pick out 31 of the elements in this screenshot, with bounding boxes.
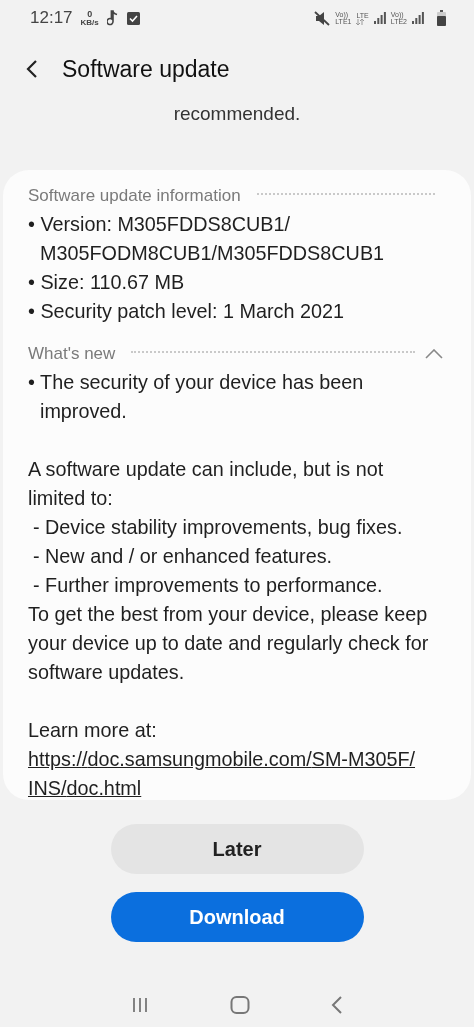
later-button[interactable]: Later <box>110 824 364 874</box>
clock-time: 12:17 <box>30 8 73 28</box>
bullet-text: • Security patch level: 1 March 2021 <box>28 299 345 324</box>
mute-icon <box>314 10 331 26</box>
signal-icon <box>412 12 424 24</box>
recent-apps-button[interactable] <box>130 997 149 1013</box>
bullet-text: • Version: M305FDDS8CUB1/M305FODM8CUB1/M305FDDS8CUB1 <box>28 212 386 266</box>
list-text: - Device stability improvements, bug fixes. <box>32 515 404 540</box>
description-text: recommended. <box>173 103 301 124</box>
data-arrows-icon <box>356 18 365 25</box>
link[interactable]: https://doc.samsungmobile.com/SM-M305F/INS/doc.html <box>28 745 445 800</box>
list-text: - Further improvements to performance. <box>32 573 384 598</box>
list-text: - New and / or enhanced features. <box>32 544 334 569</box>
signal-icon <box>373 12 386 24</box>
body-text: A software update can include, but is not limited to: <box>28 457 385 511</box>
music-note-icon <box>106 10 119 26</box>
speed-unit: KB/s <box>80 18 99 27</box>
speed-value: 0 <box>87 9 93 19</box>
bullet-text: • Size: 110.67 MB <box>28 270 186 295</box>
chevron-up-icon[interactable] <box>425 349 443 359</box>
home-button[interactable] <box>230 996 250 1014</box>
page-title: Software update <box>62 55 230 83</box>
battery-icon <box>437 10 446 26</box>
section-header: What's new <box>28 344 116 364</box>
body-text: To get the best from your device, please keep your device up to date and regularly check for software updates. <box>28 602 430 685</box>
checkbox-icon <box>126 11 140 25</box>
download-button[interactable]: Download <box>110 892 364 942</box>
back-nav-button[interactable] <box>331 996 344 1014</box>
body-text: Learn more at: <box>28 718 158 743</box>
section-header: Software update information <box>28 186 241 206</box>
bullet-text: • The security of your device has been improved. <box>28 370 365 424</box>
